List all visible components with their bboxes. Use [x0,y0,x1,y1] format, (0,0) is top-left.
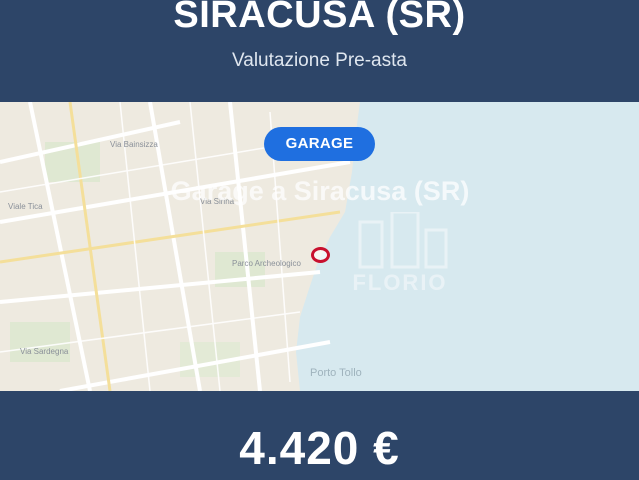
page-subtitle: Valutazione Pre-asta [232,50,407,71]
street-label: Parco Archeologico [232,259,301,268]
watermark-text: FLORIO [352,270,448,295]
location-marker[interactable] [311,247,330,263]
footer-banner: 4.420 € [0,391,639,480]
watermark-logo: FLORIO [330,212,470,295]
category-badge: GARAGE [264,127,375,161]
price-value: 4.420 € [239,422,400,474]
street-label: Viale Tica [8,202,43,211]
street-label: Via Bainsizza [110,140,158,149]
street-label: Via Sardegna [20,347,69,356]
city-title: SIRACUSA (SR) [173,0,466,36]
sea-label: Porto Tollo [310,367,362,379]
header-banner: SIRACUSA (SR) Valutazione Pre-asta [0,0,639,102]
listing-title: Garage a Siracusa (SR) [170,176,470,206]
building-icon [358,212,448,269]
